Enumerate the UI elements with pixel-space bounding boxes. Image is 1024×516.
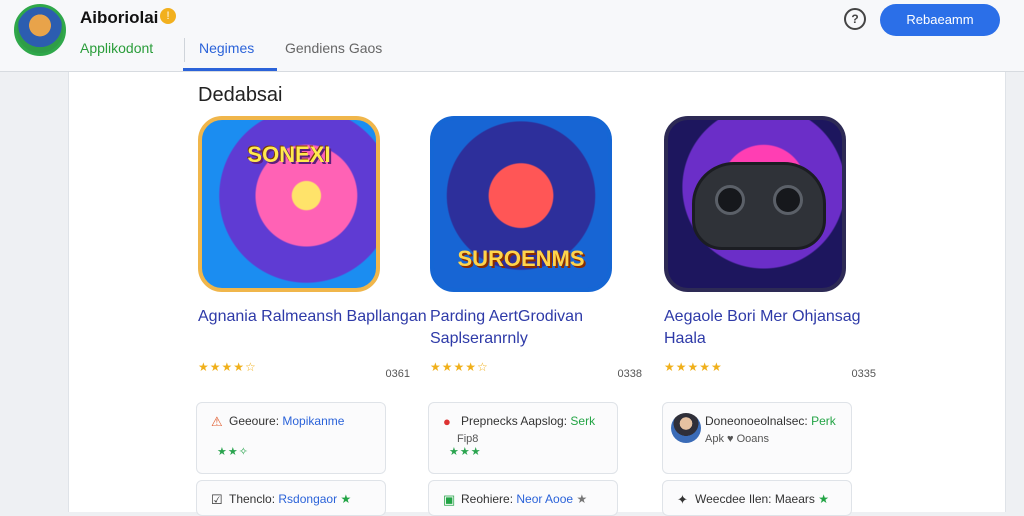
mini-card-extra-3: Apk ♥ Ooans [705, 433, 770, 445]
mini-card-1[interactable]: ⚠ Geeoure: Mopikanme ★★✧ [196, 402, 386, 474]
mini-card-stars-2: ★★★ [449, 446, 482, 458]
rating-count-2: 0338 [617, 368, 642, 380]
mini-card-5[interactable]: ▣ Reohiere: Neor Aooe ★ [428, 480, 618, 516]
help-icon[interactable]: ? [844, 8, 866, 30]
tab-gendiens-gaos[interactable]: Gendiens Gaos [285, 40, 382, 56]
mini-card-label-1: Geeoure: Mopikanme [229, 414, 345, 428]
controller-icon [692, 162, 826, 250]
game-card-3[interactable]: Aegaole Bori Mer Ohjansag Haala ★★★★★ 03… [664, 116, 884, 386]
game-card-2[interactable]: SUROENMS Parding AertGrodivan Saplseranr… [430, 116, 650, 386]
box-icon: ▣ [443, 492, 456, 507]
game-art-3[interactable] [664, 116, 846, 292]
mini-card-label-6: Weecdee Ilen: Maears ★ [695, 492, 829, 506]
checkbox-icon: ☑ [211, 492, 223, 507]
rating-count-1: 0361 [385, 368, 410, 380]
app-title: Aiboriolai [80, 8, 159, 27]
person-icon [671, 413, 701, 443]
rating-stars-1: ★★★★☆ [198, 360, 257, 374]
mini-card-label-4: Thenclo: Rsdongaor ★ [229, 492, 352, 506]
game-title-2: Parding AertGrodivan Saplseranrnly [430, 308, 583, 347]
tab-negimes[interactable]: Negimes [199, 40, 254, 56]
game-title-3: Aegaole Bori Mer Ohjansag Haala [664, 308, 861, 347]
rating-stars-2: ★★★★☆ [430, 360, 489, 374]
mini-card-4[interactable]: ☑ Thenclo: Rsdongaor ★ [196, 480, 386, 516]
rating-count-3: 0335 [851, 368, 876, 380]
app-avatar[interactable] [14, 4, 66, 56]
game-logo-1: SONEXI [247, 142, 331, 167]
verified-icon: ! [160, 8, 176, 24]
warning-icon: ⚠ [211, 414, 223, 429]
top-bar: Aiboriolai ! Applikodont Negimes Gendien… [0, 0, 1024, 72]
mini-card-label-3: Doneonoeolnalsec: Perk [705, 414, 836, 428]
mini-card-2[interactable]: ● Prepnecks Aapslog: Serk Fip8 ★★★ [428, 402, 618, 474]
primary-action-button[interactable]: Rebaeamm [880, 4, 1000, 36]
app-subtitle: Applikodont [80, 40, 154, 56]
mini-card-extra-2: Fip8 [457, 433, 479, 445]
game-art-1[interactable]: SONEXI [198, 116, 380, 292]
game-logo-2: SUROENMS [457, 246, 585, 271]
game-title-1: Agnania Ralmeansh Bapllangan [198, 308, 427, 325]
mini-card-6[interactable]: ✦ Weecdee Ilen: Maears ★ [662, 480, 852, 516]
tab-divider [184, 38, 185, 62]
puzzle-icon: ✦ [677, 492, 688, 507]
mini-card-label-5: Reohiere: Neor Aooe ★ [461, 492, 588, 506]
active-tab-indicator [183, 68, 277, 71]
game-card-1[interactable]: SONEXI Agnania Ralmeansh Bapllangan ★★★★… [198, 116, 427, 386]
rating-stars-3: ★★★★★ [664, 360, 723, 374]
game-art-2[interactable]: SUROENMS [430, 116, 612, 292]
status-icon: ● [443, 414, 451, 429]
mini-card-stars-1: ★★✧ [217, 446, 249, 458]
mini-card-3[interactable]: Doneonoeolnalsec: Perk Apk ♥ Ooans [662, 402, 852, 474]
section-title: Dedabsai [198, 84, 283, 106]
mini-card-label-2: Prepnecks Aapslog: Serk [461, 414, 596, 428]
